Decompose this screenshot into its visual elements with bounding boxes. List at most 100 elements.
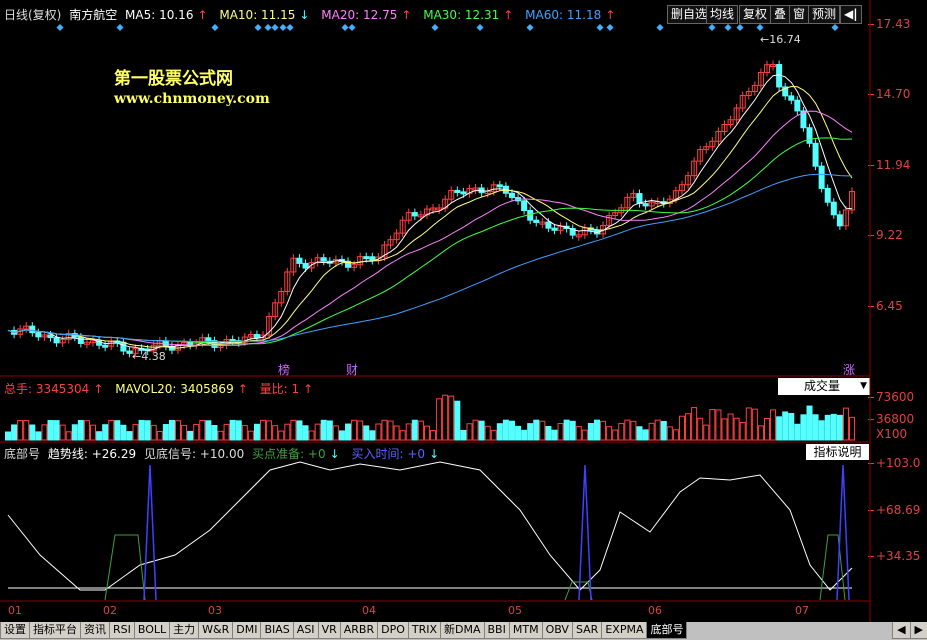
bottom-signal-spike [578, 464, 592, 601]
volume-bar [411, 419, 418, 441]
candle-body [788, 95, 795, 101]
tab-obv[interactable]: OBV [541, 622, 573, 639]
candle-body [806, 127, 813, 144]
volume-bar [193, 423, 200, 441]
volume-bar [563, 419, 570, 441]
volume-bar [672, 429, 679, 441]
tab-bottom-signal[interactable]: 底部号 [646, 622, 688, 639]
volume-bar [211, 425, 218, 441]
tab-dmi[interactable]: DMI [232, 622, 262, 639]
tab-boll[interactable]: BOLL [133, 622, 171, 639]
tab-rsi[interactable]: RSI [109, 622, 135, 639]
volume-bar [515, 425, 522, 441]
volume-bar [788, 412, 795, 441]
ma60-line [7, 173, 852, 343]
tab-trix[interactable]: TRIX [407, 622, 442, 639]
indicator-tab-bar: 设置 指标平台 资讯 RSI BOLL 主力 W&R DMI BIAS ASI … [0, 622, 927, 640]
volume-bar [229, 419, 236, 441]
tab-settings[interactable]: 设置 [0, 622, 30, 639]
volume-bar [636, 426, 643, 441]
volume-bar [302, 425, 309, 441]
tab-new-dma[interactable]: 新DMA [440, 622, 485, 639]
tab-wr[interactable]: W&R [198, 622, 234, 639]
tab-bias[interactable]: BIAS [260, 622, 294, 639]
diamond-marker [606, 24, 614, 31]
volume-bar [751, 408, 758, 441]
volume-bar [290, 419, 297, 441]
volume-bar [478, 420, 485, 441]
bottom-signal-spike [143, 464, 157, 601]
volume-bar [606, 426, 613, 441]
volume-bar [345, 423, 352, 441]
volume-bar [600, 420, 607, 441]
scroll-left-icon[interactable]: ▶ [909, 622, 927, 639]
volume-bar [545, 425, 552, 441]
volume-bar [5, 431, 11, 441]
volume-bar [187, 430, 194, 441]
volume-bar [266, 420, 273, 441]
volume-bar [593, 419, 600, 441]
volume-bar [217, 430, 224, 441]
volume-bar [587, 422, 594, 441]
volume-bar [691, 407, 698, 441]
volume-bar [338, 430, 345, 441]
volume-bar [314, 423, 321, 441]
diamond-marker [756, 24, 764, 31]
volume-bar [17, 420, 24, 441]
volume-bar [818, 420, 825, 441]
candle-body [35, 332, 42, 338]
volume-bar [23, 420, 30, 441]
volume-bar [144, 420, 151, 441]
diamond-marker [431, 24, 439, 31]
volume-bar [721, 418, 728, 441]
tab-mtm[interactable]: MTM [508, 622, 543, 639]
volume-bar [812, 414, 819, 441]
volume-bar [47, 420, 54, 441]
volume-bar [41, 424, 48, 441]
volume-bar [830, 413, 837, 441]
tab-bbi[interactable]: BBI [483, 622, 510, 639]
volume-bar [423, 425, 430, 441]
volume-bar [800, 414, 807, 441]
volume-bar [770, 409, 777, 441]
volume-bar [71, 424, 78, 441]
volume-bar [490, 429, 497, 441]
candle-body [205, 337, 212, 342]
volume-bar [654, 419, 661, 441]
volume-bar [776, 416, 783, 441]
volume-bar [296, 420, 303, 441]
volume-bar [326, 420, 333, 441]
tab-dpo[interactable]: DPO [377, 622, 409, 639]
candle-body [818, 165, 825, 189]
candle-body [253, 334, 260, 339]
tab-sar[interactable]: SAR [571, 622, 603, 639]
tab-vr[interactable]: VR [317, 622, 341, 639]
diamond-marker [271, 24, 279, 31]
volume-bar [83, 420, 90, 441]
candle-body [454, 189, 461, 193]
volume-bar [399, 430, 406, 441]
tab-news[interactable]: 资讯 [80, 622, 110, 639]
tab-indicator-platform[interactable]: 指标平台 [29, 622, 81, 639]
scroll-right-icon[interactable]: ◀ [892, 622, 911, 639]
volume-bar [842, 407, 849, 441]
volume-bar [272, 425, 279, 441]
tab-expma[interactable]: EXPMA [601, 622, 648, 639]
diamond-marker [254, 24, 262, 31]
candle-body [29, 325, 36, 334]
tab-asi[interactable]: ASI [292, 622, 319, 639]
volume-bar [836, 414, 843, 441]
volume-bar [733, 417, 740, 441]
tab-main-force[interactable]: 主力 [169, 622, 200, 639]
volume-bar [156, 430, 163, 441]
volume-bar [727, 413, 734, 441]
volume-bar [35, 431, 42, 441]
candle-body [126, 350, 133, 354]
diamond-marker [341, 24, 349, 31]
volume-bar [126, 431, 133, 441]
tab-arbr[interactable]: ARBR [339, 622, 379, 639]
volume-bar [442, 394, 449, 441]
candle-body [102, 344, 109, 348]
candle-body [812, 142, 819, 167]
trend-line [7, 461, 853, 591]
